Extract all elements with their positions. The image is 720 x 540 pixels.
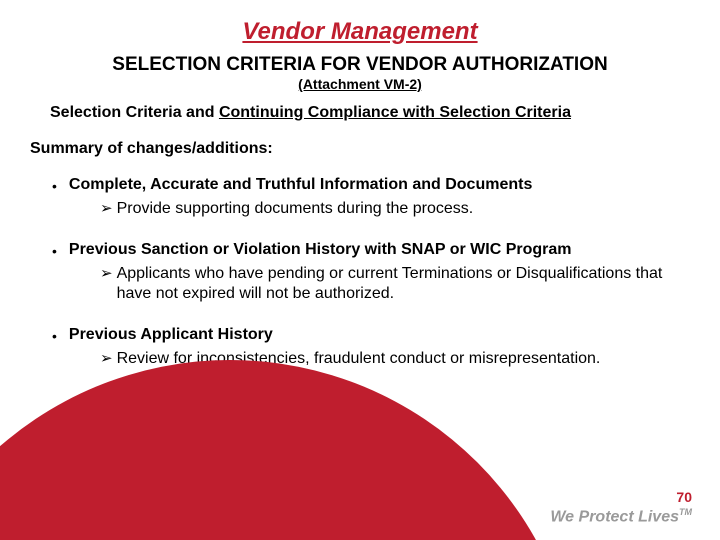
arrow-icon: ➢	[100, 264, 113, 284]
bullet-icon: •	[52, 176, 57, 196]
list-item: • Complete, Accurate and Truthful Inform…	[40, 176, 680, 219]
slide-title: Vendor Management	[40, 18, 680, 46]
attachment-label: (Attachment VM-2)	[40, 76, 680, 92]
trademark-icon: TM	[679, 507, 692, 517]
bullet-heading: Previous Applicant History	[69, 326, 273, 344]
bullet-heading: Previous Sanction or Violation History w…	[69, 241, 572, 259]
tagline: We Protect LivesTM	[550, 507, 692, 526]
arrow-icon: ➢	[100, 199, 113, 219]
slide-subtitle: SELECTION CRITERIA FOR VENDOR AUTHORIZAT…	[40, 54, 680, 76]
bullet-subtext: Applicants who have pending or current T…	[117, 264, 680, 304]
corner-decoration	[0, 360, 580, 540]
bullet-list: • Complete, Accurate and Truthful Inform…	[40, 176, 680, 369]
arrow-icon: ➢	[100, 349, 113, 369]
bullet-subtext: Provide supporting documents during the …	[117, 199, 680, 219]
summary-label: Summary of changes/additions:	[30, 140, 680, 158]
bullet-heading: Complete, Accurate and Truthful Informat…	[69, 176, 532, 194]
bullet-icon: •	[52, 241, 57, 261]
section-prefix: Selection Criteria and	[50, 104, 219, 121]
page-number: 70	[550, 489, 692, 505]
section-heading: Selection Criteria and Continuing Compli…	[50, 104, 680, 122]
footer: 70 We Protect LivesTM	[550, 489, 692, 526]
section-underlined: Continuing Compliance with Selection Cri…	[219, 104, 571, 121]
list-item: • Previous Applicant History ➢ Review fo…	[40, 326, 680, 369]
slide: Vendor Management SELECTION CRITERIA FOR…	[0, 0, 720, 540]
tagline-text: We Protect Lives	[550, 508, 679, 525]
bullet-icon: •	[52, 326, 57, 346]
list-item: • Previous Sanction or Violation History…	[40, 241, 680, 304]
